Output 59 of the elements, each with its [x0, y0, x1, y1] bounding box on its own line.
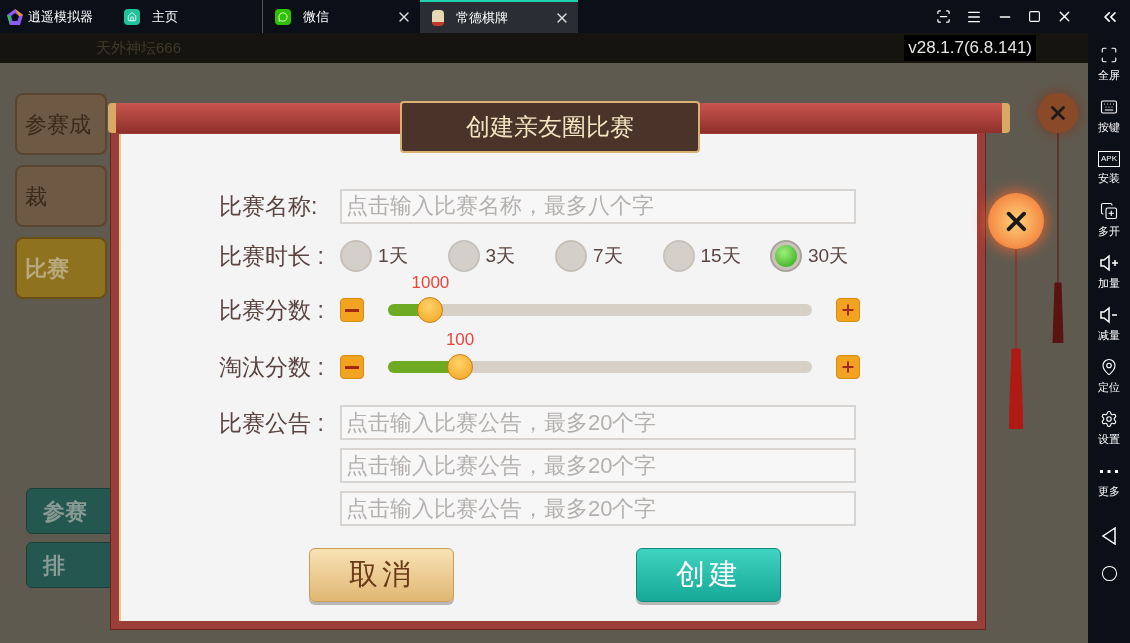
duration-radio[interactable]: 1天 — [340, 240, 440, 272]
maximize-icon[interactable] — [1028, 10, 1041, 23]
field-label: 比赛公告 : — [219, 408, 325, 438]
sidebar-tool[interactable]: 全屏 — [1098, 39, 1120, 91]
apk-icon: APK — [1098, 151, 1120, 168]
chat-icon — [275, 8, 291, 25]
fullscreen-icon — [1100, 46, 1118, 65]
volume-up-icon — [1099, 254, 1119, 273]
text-input-field[interactable]: 点击输入比赛公告，最多20个字 — [340, 405, 856, 440]
duration-radio[interactable]: 30天 — [770, 240, 870, 272]
field-label: 比赛时长 : — [219, 241, 325, 271]
sidebar-tool[interactable]: 减量 — [1098, 299, 1120, 351]
duration-radio[interactable]: 3天 — [447, 240, 548, 272]
sidebar-tool[interactable]: 定位 — [1098, 351, 1120, 403]
field-label: 淘汰分数 : — [219, 352, 325, 382]
version-label: v28.1.7(6.8.141) — [904, 35, 1036, 61]
more-icon — [1100, 469, 1118, 473]
sidebar-tool[interactable]: 按键 — [1098, 91, 1120, 143]
plus-icon — [840, 302, 856, 318]
back-icon[interactable] — [1101, 527, 1117, 545]
sidebar-tool[interactable]: 更多 — [1098, 455, 1120, 507]
minus-icon — [345, 308, 359, 312]
field-label: 比赛分数 : — [219, 295, 325, 325]
text-input-field[interactable]: 点击输入比赛公告，最多20个字 — [340, 491, 856, 526]
slider-thumb[interactable] — [447, 354, 474, 380]
duration-radio[interactable]: 15天 — [662, 240, 763, 272]
keyboard-icon — [1100, 98, 1118, 117]
dialog-title: 创建亲友圈比赛 — [466, 112, 634, 142]
sidebar-tool[interactable]: 设置 — [1098, 403, 1120, 455]
home-icon — [124, 8, 140, 25]
home-circle-icon[interactable] — [1100, 565, 1118, 582]
slider-value: 100 — [445, 329, 475, 351]
slider-value: 1000 — [411, 272, 450, 294]
sidebar-tool[interactable]: APK 安装 — [1098, 143, 1120, 195]
minus-button[interactable] — [340, 355, 364, 379]
settings-icon — [1100, 410, 1118, 429]
plus-icon — [840, 359, 856, 375]
game-icon — [432, 9, 444, 26]
browser-tab[interactable]: 常德棋牌 — [420, 0, 578, 33]
volume-down-icon — [1099, 306, 1119, 325]
app-name: 逍遥模拟器 — [28, 7, 93, 26]
text-input-field[interactable]: 点击输入比赛名称，最多八个字 — [340, 188, 856, 224]
plus-button[interactable] — [836, 355, 860, 379]
plus-button[interactable] — [836, 298, 860, 322]
windows-plus-icon — [1100, 202, 1118, 221]
pentagon-logo-icon — [6, 7, 24, 26]
minus-button[interactable] — [340, 298, 364, 322]
lantern-close-button[interactable] — [988, 193, 1044, 249]
sidebar-tool[interactable]: 多开 — [1098, 195, 1120, 247]
sidebar-tool[interactable]: 加量 — [1098, 247, 1120, 299]
cancel-button[interactable]: 取消 — [309, 548, 454, 602]
slider-thumb[interactable] — [417, 297, 444, 323]
duration-radio[interactable]: 7天 — [555, 240, 655, 272]
browser-tab[interactable]: 主页 — [112, 0, 262, 33]
text-input-field[interactable]: 点击输入比赛公告，最多20个字 — [340, 448, 856, 483]
location-pin-icon — [1100, 358, 1118, 377]
field-label: 比赛名称: — [219, 191, 319, 221]
minus-icon — [345, 365, 359, 369]
screenshot-icon[interactable] — [936, 9, 951, 24]
